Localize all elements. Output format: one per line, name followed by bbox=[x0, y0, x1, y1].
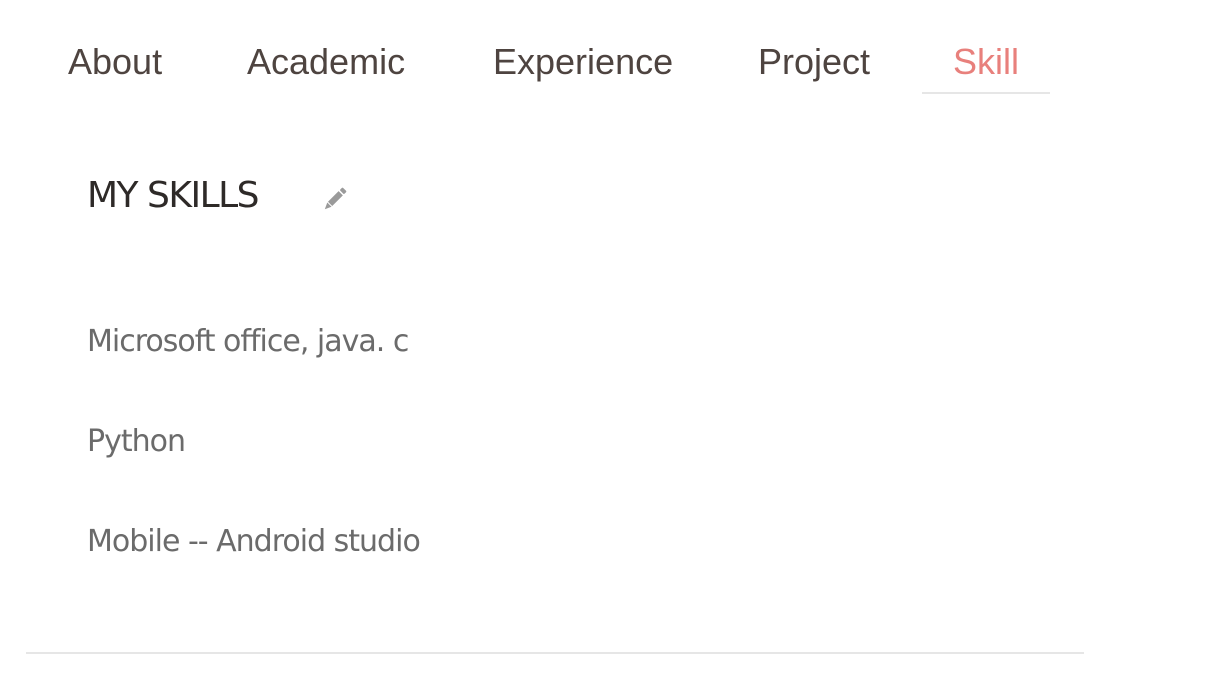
skill-item: Mobile -- Android studio bbox=[87, 524, 421, 559]
pencil-icon[interactable] bbox=[316, 182, 352, 218]
tab-about[interactable]: About bbox=[68, 40, 162, 92]
skill-item: Microsoft office, java. c bbox=[87, 324, 409, 359]
tab-project[interactable]: Project bbox=[758, 40, 870, 92]
section-title: MY SKILLS bbox=[87, 175, 260, 216]
tab-academic[interactable]: Academic bbox=[247, 40, 405, 92]
section-divider bbox=[26, 652, 1084, 654]
tab-experience[interactable]: Experience bbox=[493, 40, 673, 92]
tab-skill[interactable]: Skill bbox=[922, 40, 1050, 94]
profile-tabs: About Academic Experience Project Skill bbox=[0, 0, 1212, 100]
skill-item: Python bbox=[87, 424, 186, 459]
